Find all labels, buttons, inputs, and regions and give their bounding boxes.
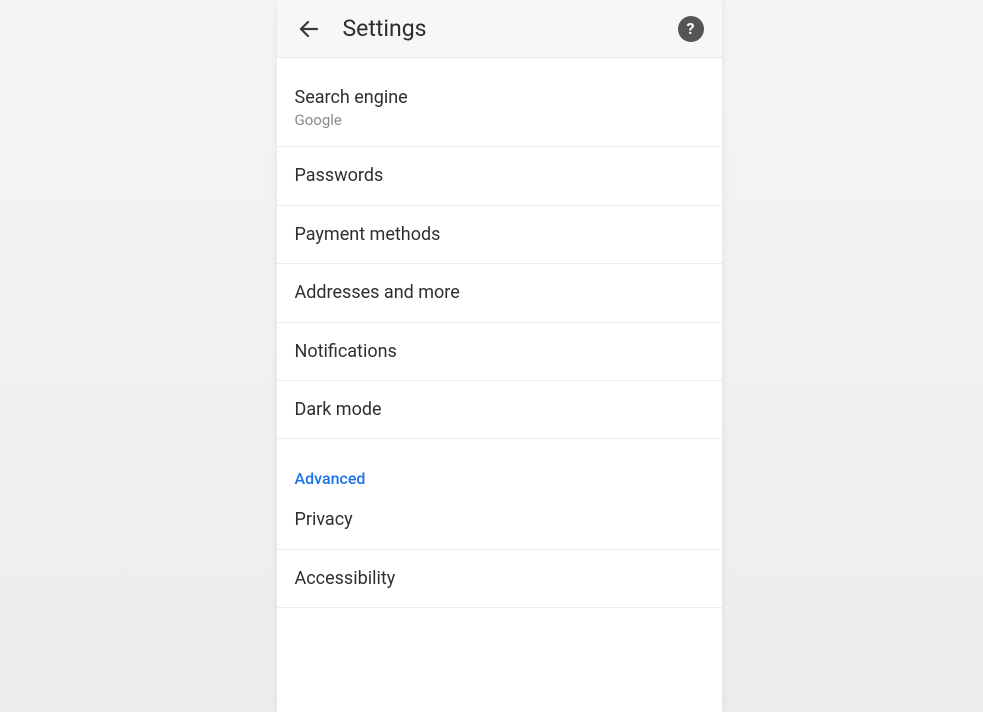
settings-screen: Settings ? Search engine Google Password… [277, 0, 722, 712]
settings-item-label: Search engine [295, 86, 704, 109]
settings-item-label: Notifications [295, 340, 704, 363]
settings-item-label: Addresses and more [295, 281, 704, 304]
settings-item-dark-mode[interactable]: Dark mode [277, 381, 722, 439]
settings-item-payment-methods[interactable]: Payment methods [277, 206, 722, 264]
app-bar: Settings ? [277, 0, 722, 58]
settings-item-label: Dark mode [295, 398, 704, 421]
settings-item-passwords[interactable]: Passwords [277, 147, 722, 205]
page-title: Settings [343, 15, 678, 42]
settings-list: Search engine Google Passwords Payment m… [277, 58, 722, 712]
settings-item-label: Privacy [295, 508, 704, 531]
help-icon: ? [687, 19, 695, 38]
settings-item-notifications[interactable]: Notifications [277, 323, 722, 381]
settings-item-label: Accessibility [295, 567, 704, 590]
settings-item-addresses[interactable]: Addresses and more [277, 264, 722, 322]
settings-item-label: Passwords [295, 164, 704, 187]
settings-item-privacy[interactable]: Privacy [277, 498, 722, 549]
settings-item-search-engine[interactable]: Search engine Google [277, 58, 722, 147]
section-header-advanced: Advanced [277, 439, 722, 498]
settings-item-label: Payment methods [295, 223, 704, 246]
help-button[interactable]: ? [678, 16, 704, 42]
arrow-back-icon [297, 17, 321, 41]
settings-item-sublabel: Google [295, 111, 704, 129]
back-button[interactable] [289, 9, 329, 49]
settings-item-accessibility[interactable]: Accessibility [277, 550, 722, 608]
